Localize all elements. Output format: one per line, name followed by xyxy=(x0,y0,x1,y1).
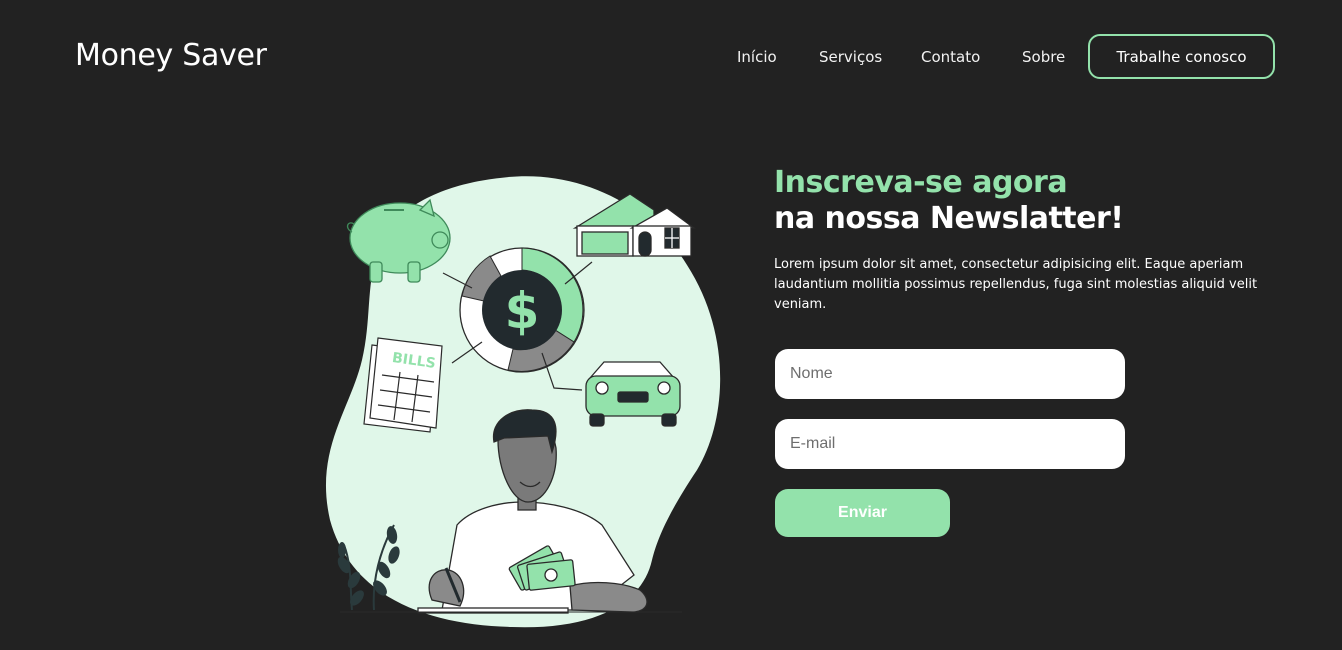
submit-button[interactable]: Enviar xyxy=(775,489,950,537)
headline-secondary: na nossa Newslatter! xyxy=(774,201,1124,236)
email-field[interactable] xyxy=(775,419,1125,469)
dollar-sign-icon: $ xyxy=(505,282,540,340)
finance-illustration: $ BILLS xyxy=(325,176,721,628)
work-with-us-button[interactable]: Trabalhe conosco xyxy=(1088,34,1275,79)
name-field[interactable] xyxy=(775,349,1125,399)
nav-link-sobre[interactable]: Sobre xyxy=(1022,48,1065,66)
car-icon xyxy=(585,361,681,427)
nav-link-servicos[interactable]: Serviços xyxy=(819,48,882,66)
nav-link-contato[interactable]: Contato xyxy=(921,48,980,66)
headline-primary: Inscreva-se agora xyxy=(774,165,1068,200)
bills-document-icon: BILLS xyxy=(363,337,443,433)
nav-link-inicio[interactable]: Início xyxy=(737,48,777,66)
hero-description: Lorem ipsum dolor sit amet, consectetur … xyxy=(774,257,1258,312)
site-logo[interactable]: Money Saver xyxy=(75,38,267,73)
